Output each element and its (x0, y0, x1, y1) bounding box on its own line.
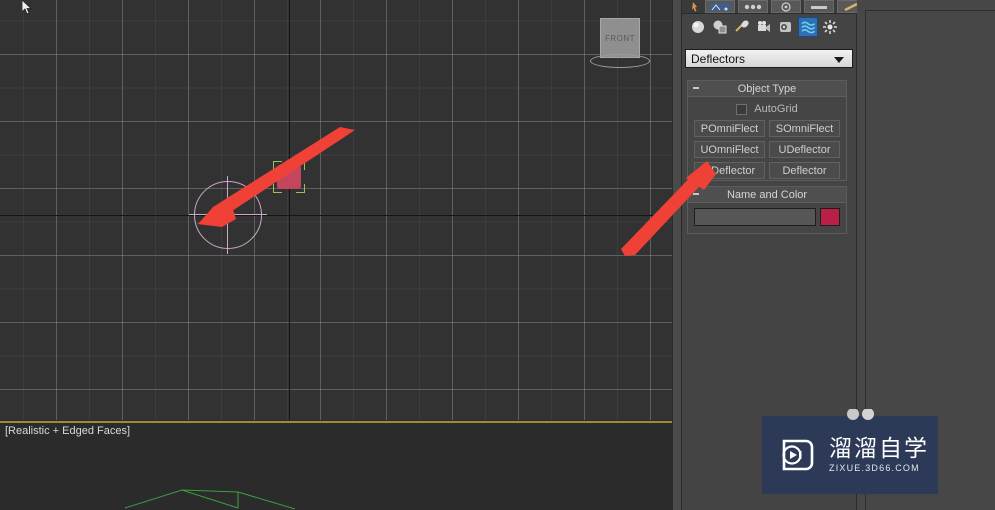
viewport-stack: FRONT FRONT [Realistic + Edged Faces] (0, 0, 672, 510)
name-and-color-row (688, 203, 846, 226)
watermark-pin-icon (847, 409, 874, 420)
sdeflector-gizmo[interactable] (194, 181, 262, 249)
rollout-object-type: Object Type AutoGrid POmniFlect SOmniFle… (687, 80, 847, 181)
select-region-button[interactable] (738, 0, 768, 13)
green-wireframe-object[interactable] (120, 478, 300, 510)
watermark-title: 溜溜自学 (829, 435, 929, 462)
snap-toggle-button[interactable] (771, 0, 801, 13)
viewcube-perspective[interactable]: FRONT (590, 18, 650, 78)
viewport-axis-horizontal (0, 215, 672, 216)
object-name-input[interactable] (694, 208, 816, 226)
autogrid-checkbox[interactable] (736, 103, 748, 115)
rollout-object-type-title: Object Type (737, 82, 797, 95)
object-color-swatch[interactable] (820, 208, 840, 226)
somniflect-button[interactable]: SOmniFlect (769, 120, 840, 137)
watermark-url: ZIXUE.3D66.COM (829, 462, 920, 473)
viewport-shading-label[interactable]: [Realistic + Edged Faces] (5, 425, 130, 437)
systems-icon (823, 20, 837, 34)
viewport-grid-major (0, 0, 672, 420)
camera-icon (758, 21, 770, 32)
rollout-name-and-color-title: Name and Color (726, 188, 808, 201)
viewport-perspective[interactable]: FRONT (0, 0, 672, 420)
tape-icon (780, 22, 791, 32)
rollout-name-and-color-header[interactable]: Name and Color (688, 187, 846, 203)
category-dropdown-value: Deflectors (691, 51, 746, 66)
pomniflect-button[interactable]: POmniFlect (694, 120, 765, 137)
create-geometry-tab[interactable] (688, 17, 708, 37)
watermark-logo: 溜溜自学 ZIXUE.3D66.COM (762, 409, 938, 494)
rollout-object-type-body: AutoGrid POmniFlect SOmniFlect UOmniFlec… (688, 97, 846, 185)
create-cameras-tab[interactable] (754, 17, 774, 37)
create-space-warps-tab[interactable] (798, 17, 818, 37)
create-systems-tab[interactable] (820, 17, 840, 37)
play-logo-icon (782, 439, 814, 471)
viewcube-face-label[interactable]: FRONT (600, 18, 640, 58)
select-object-button[interactable] (688, 0, 702, 13)
gizmo-crosshair-horizontal (189, 214, 267, 215)
autogrid-row: AutoGrid (694, 103, 840, 115)
selection-brackets (273, 161, 305, 193)
uomniflect-button[interactable]: UOmniFlect (694, 141, 765, 158)
create-lights-tab[interactable] (732, 17, 752, 37)
udeflector-button[interactable]: UDeflector (769, 141, 840, 158)
gizmo-crosshair-vertical (227, 176, 228, 254)
sphere-icon (692, 21, 704, 33)
create-shapes-tab[interactable] (710, 17, 730, 37)
light-icon (735, 20, 749, 32)
shapes-icon (713, 20, 727, 34)
viewport-axis-vertical (289, 0, 290, 420)
rollout-object-type-header[interactable]: Object Type (688, 81, 846, 97)
collapse-minus-icon[interactable] (693, 87, 699, 89)
deflector-button[interactable]: Deflector (769, 162, 840, 179)
viewcube-compass-ring[interactable] (590, 54, 650, 68)
rollout-name-and-color: Name and Color (687, 186, 847, 234)
autogrid-label: AutoGrid (754, 103, 798, 115)
wave-icon (800, 21, 815, 33)
chevron-down-icon[interactable] (834, 57, 844, 63)
object-type-button-grid: POmniFlect SOmniFlect UOmniFlect UDeflec… (694, 120, 840, 179)
select-by-name-button[interactable] (705, 0, 735, 13)
mouse-cursor-icon (22, 0, 33, 15)
create-helpers-tab[interactable] (776, 17, 796, 37)
sdeflector-button[interactable]: SDeflector (694, 162, 765, 179)
angle-snap-button[interactable] (804, 0, 834, 13)
space-warp-category-dropdown[interactable]: Deflectors (685, 49, 853, 68)
collapse-minus-icon-2[interactable] (693, 193, 699, 195)
command-panel-tab-row (682, 14, 857, 40)
application-window: FRONT FRONT [Realistic + Edged Faces] (0, 0, 995, 510)
watermark-text: 溜溜自学 ZIXUE.3D66.COM (829, 435, 929, 473)
command-panel-scroll-gutter[interactable] (672, 0, 682, 510)
